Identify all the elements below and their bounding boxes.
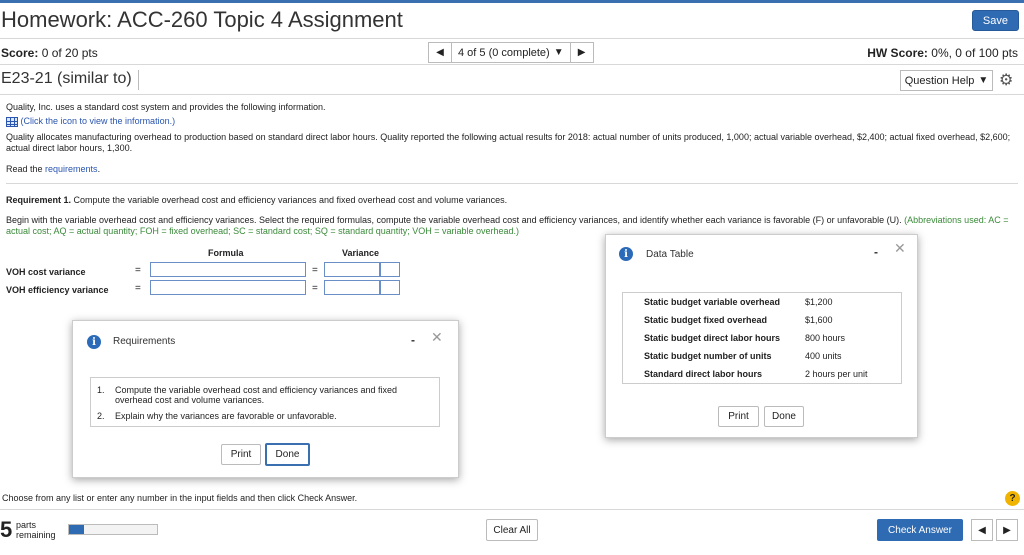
voh-cost-formula-input[interactable] — [150, 262, 306, 277]
requirement-number: 2. — [97, 411, 105, 421]
parts-label-line1: parts — [16, 520, 37, 530]
requirements-done-button[interactable]: Done — [265, 443, 310, 466]
data-label: Static budget direct labor hours — [644, 333, 781, 343]
info-icon: i — [87, 335, 101, 349]
clear-all-button[interactable]: Clear All — [486, 519, 538, 541]
voh-cost-variance-input[interactable] — [324, 262, 380, 277]
score-label: Score: — [1, 46, 39, 60]
voh-cost-variance-label: VOH cost variance — [6, 267, 86, 277]
divider — [0, 94, 1024, 95]
requirements-dialog-title: Requirements — [113, 336, 176, 347]
problem-intro: Quality, Inc. uses a standard cost syste… — [6, 102, 326, 112]
formula-header: Formula — [208, 248, 244, 258]
save-button[interactable]: Save — [971, 10, 1019, 31]
question-help-button[interactable]: Question Help ▼ — [900, 70, 993, 91]
read-prefix: Read the — [6, 164, 46, 174]
question-select[interactable]: 4 of 5 (0 complete) ▼ — [451, 43, 571, 62]
voh-efficiency-fu-select[interactable] — [380, 280, 400, 295]
check-answer-button[interactable]: Check Answer — [877, 519, 963, 541]
data-table-dialog-title: Data Table — [646, 249, 694, 260]
equals-sign: = — [312, 283, 318, 294]
data-label: Static budget number of units — [644, 351, 772, 361]
divider — [6, 183, 1018, 184]
variance-header: Variance — [342, 248, 380, 258]
data-label: Static budget variable overhead — [644, 297, 781, 307]
problem-body: Quality allocates manufacturing overhead… — [6, 132, 1011, 153]
voh-cost-fu-select[interactable] — [380, 262, 400, 277]
data-value: 2 hours per unit — [805, 369, 868, 379]
data-table-row: Static budget fixed overhead $1,600 — [623, 311, 901, 329]
requirement-item: Explain why the variances are favorable … — [115, 411, 337, 421]
question-position: 4 of 5 (0 complete) — [458, 46, 550, 59]
requirement-item: Compute the variable overhead cost and e… — [115, 385, 398, 405]
prev-question-button[interactable]: ◀ — [429, 43, 451, 62]
equals-sign: = — [312, 265, 318, 276]
voh-efficiency-variance-label: VOH efficiency variance — [6, 285, 109, 295]
question-icon[interactable]: ? — [1005, 491, 1020, 506]
question-id: E23-21 (similar to) — [1, 70, 139, 90]
question-help-label: Question Help — [904, 74, 975, 87]
parts-remaining-label: parts remaining — [16, 520, 56, 540]
requirement-1-label: Requirement 1. — [6, 195, 72, 205]
parts-label-line2: remaining — [16, 530, 56, 540]
gear-icon[interactable]: ⚙ — [999, 70, 1013, 90]
close-icon[interactable]: ✕ — [894, 240, 906, 257]
data-value: 800 hours — [805, 333, 846, 343]
data-value: 400 units — [805, 351, 842, 361]
minimize-icon[interactable]: - — [874, 245, 878, 259]
voh-efficiency-formula-input[interactable] — [150, 280, 306, 295]
requirement-1-text: Compute the variable overhead cost and e… — [71, 195, 508, 205]
requirement-number: 1. — [97, 385, 105, 395]
score: Score: 0 of 20 pts — [1, 46, 98, 60]
data-table-done-button[interactable]: Done — [764, 406, 804, 427]
data-table-row: Static budget direct labor hours 800 hou… — [623, 329, 901, 347]
progress-fill — [69, 525, 84, 534]
minimize-icon[interactable]: - — [411, 333, 415, 347]
page-title: Homework: ACC-260 Topic 4 Assignment — [1, 7, 403, 32]
top-accent-bar — [0, 0, 1024, 3]
info-link[interactable]: (Click the icon to view the information.… — [21, 116, 176, 126]
divider — [0, 38, 1024, 39]
divider — [0, 509, 1024, 510]
data-table: Static budget variable overhead $1,200 S… — [622, 292, 902, 384]
data-value: $1,600 — [805, 315, 833, 325]
read-requirements: Read the requirements. — [6, 164, 100, 175]
requirements-link[interactable]: requirements — [45, 164, 98, 174]
data-value: $1,200 — [805, 297, 833, 307]
equals-sign: = — [135, 265, 141, 276]
voh-efficiency-variance-input[interactable] — [324, 280, 380, 295]
next-button[interactable]: ▶ — [996, 519, 1018, 541]
info-link-row[interactable]: (Click the icon to view the information.… — [6, 116, 175, 127]
requirement-1: Requirement 1. Compute the variable over… — [6, 195, 507, 206]
caret-down-icon: ▼ — [978, 75, 989, 86]
table-icon[interactable] — [6, 116, 18, 127]
footer-instruction: Choose from any list or enter any number… — [2, 493, 358, 503]
data-label: Standard direct labor hours — [644, 369, 763, 379]
prev-button[interactable]: ◀ — [971, 519, 993, 541]
read-suffix: . — [97, 164, 101, 174]
parts-remaining-count: 5 — [0, 517, 13, 542]
data-table-row: Standard direct labor hours 2 hours per … — [623, 365, 901, 383]
requirements-print-button[interactable]: Print — [221, 444, 261, 465]
next-question-button[interactable]: ▶ — [571, 43, 593, 62]
caret-down-icon: ▼ — [553, 47, 564, 58]
hw-score-value: 0%, 0 of 100 pts — [931, 46, 1018, 60]
divider — [0, 64, 1024, 65]
data-table-row: Static budget variable overhead $1,200 — [623, 293, 901, 311]
hw-score: HW Score: 0%, 0 of 100 pts — [867, 46, 1018, 60]
data-table-row: Static budget number of units 400 units — [623, 347, 901, 365]
data-table-print-button[interactable]: Print — [718, 406, 759, 427]
score-value: 0 of 20 pts — [41, 46, 98, 60]
progress-bar — [68, 524, 158, 535]
equals-sign: = — [135, 283, 141, 294]
close-icon[interactable]: ✕ — [431, 329, 443, 346]
question-navigator: ◀ 4 of 5 (0 complete) ▼ ▶ — [428, 42, 594, 63]
hw-score-label: HW Score: — [867, 46, 928, 60]
begin-text: Begin with the variable overhead cost an… — [6, 215, 902, 225]
data-label: Static budget fixed overhead — [644, 315, 768, 325]
info-icon: i — [619, 247, 633, 261]
